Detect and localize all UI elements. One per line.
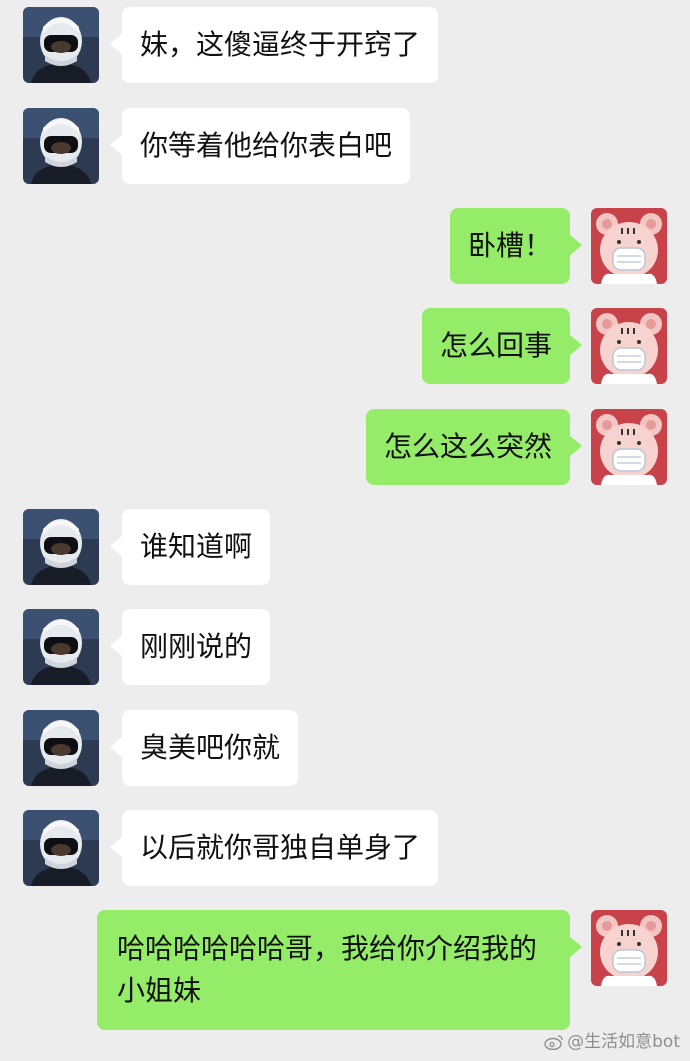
message-bubble[interactable]: 妹，这傻逼终于开窍了 [109,7,439,83]
watermark-text: @生活如意bot [567,1032,680,1052]
my-avatar[interactable] [591,409,667,485]
message-bubble[interactable]: 臭美吧你就 [109,710,299,786]
my-avatar[interactable] [591,308,667,384]
helmet-avatar-icon [23,108,99,184]
contact-avatar[interactable] [23,7,99,83]
my-avatar[interactable] [591,208,667,284]
message-bubble[interactable]: 怎么回事 [421,308,583,384]
message-bubble[interactable]: 以后就你哥独自单身了 [109,810,439,886]
helmet-avatar-icon [23,7,99,83]
message-bubble[interactable]: 刚刚说的 [109,609,271,685]
message-bubble[interactable]: 怎么这么突然 [365,409,583,485]
weibo-logo-icon [544,1034,564,1055]
chat-view: 妹，这傻逼终于开窍了 你等着他给你表白吧 卧槽！ 怎么回事 怎么这么突然 谁知道… [0,0,690,1061]
contact-avatar[interactable] [23,108,99,184]
message-bubble[interactable]: 哈哈哈哈哈哈哥，我给你介绍我的小姐妹 [97,910,582,1030]
pink-bear-avatar-icon [591,208,667,284]
message-bubble[interactable]: 卧槽！ [449,208,583,284]
contact-avatar[interactable] [23,609,99,685]
pink-bear-avatar-icon [591,910,667,986]
helmet-avatar-icon [23,609,99,685]
pink-bear-avatar-icon [591,308,667,384]
contact-avatar[interactable] [23,710,99,786]
weibo-watermark: @生活如意bot [544,1027,680,1055]
contact-avatar[interactable] [23,509,99,585]
my-avatar[interactable] [591,910,667,986]
message-bubble[interactable]: 谁知道啊 [109,509,271,585]
message-bubble[interactable]: 你等着他给你表白吧 [109,108,411,184]
contact-avatar[interactable] [23,810,99,886]
pink-bear-avatar-icon [591,409,667,485]
helmet-avatar-icon [23,710,99,786]
helmet-avatar-icon [23,810,99,886]
helmet-avatar-icon [23,509,99,585]
